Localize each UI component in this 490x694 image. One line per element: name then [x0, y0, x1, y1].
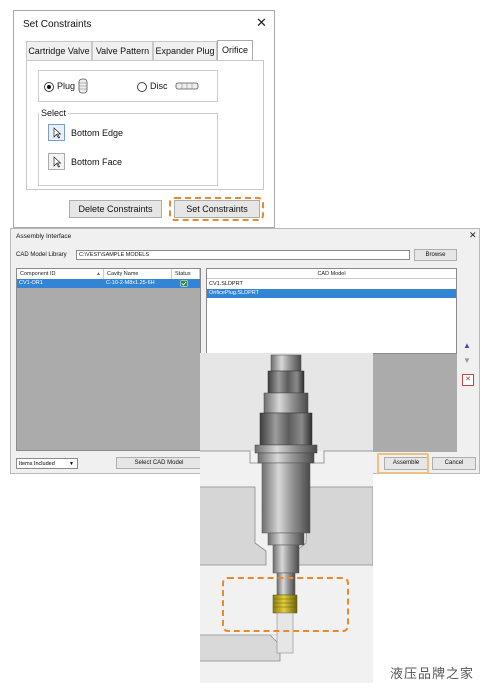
tab-orifice[interactable]: Orifice	[217, 40, 253, 60]
cad-model-list[interactable]: CAD Model CV1.SLDPRT OrificePlug.SLDPRT	[206, 268, 457, 354]
close-icon[interactable]: ✕	[256, 15, 267, 31]
table-row[interactable]: CV1-OR1 C-10-2-M8x1.25-6H	[17, 279, 200, 288]
filter-value: Items Included	[19, 461, 55, 467]
cad-render-view	[200, 353, 373, 683]
list-item-selected[interactable]: OrificePlug.SLDPRT	[207, 289, 456, 298]
status-check-icon	[180, 280, 188, 287]
plug-label: Plug	[57, 81, 76, 91]
tab-cartridge-valve[interactable]: Cartridge Valve	[26, 41, 92, 60]
dialog-title: Assembly Interface	[16, 233, 72, 240]
highlight-assemble	[377, 453, 429, 474]
list-item[interactable]: CV1.SLDPRT	[207, 280, 456, 289]
bottom-edge-button[interactable]	[48, 124, 65, 141]
disc-label: Disc	[150, 81, 168, 91]
plug-radio[interactable]	[44, 82, 54, 92]
library-label: CAD Model Library	[16, 252, 67, 258]
filter-dropdown[interactable]: Items Included ▼	[16, 458, 78, 469]
highlight-orifice-plug	[222, 577, 349, 632]
close-icon[interactable]: ✕	[469, 230, 477, 241]
col-component-id[interactable]: Component ID	[17, 269, 104, 279]
delete-constraints-button[interactable]: Delete Constraints	[69, 200, 162, 218]
select-group-label: Select	[39, 108, 69, 118]
disc-icon	[175, 82, 199, 90]
delete-icon[interactable]: ✕	[462, 374, 474, 386]
cursor-icon	[53, 127, 62, 139]
select-group: Bottom Edge Bottom Face	[38, 113, 218, 186]
bottom-face-label: Bottom Face	[71, 157, 123, 167]
col-status[interactable]: Status	[172, 269, 200, 279]
chevron-down-icon: ▼	[69, 461, 74, 467]
set-constraints-dialog: Set Constraints ✕ Cartridge Valve Valve …	[13, 10, 275, 228]
type-group: Plug Disc	[38, 70, 218, 102]
library-path-field[interactable]: C:\VEST\SAMPLE MODELS	[76, 250, 410, 260]
bottom-edge-label: Bottom Edge	[71, 128, 124, 138]
col-cavity-name[interactable]: Cavity Name	[104, 269, 172, 279]
cavity-name-cell: C-10-2-M8x1.25-6H	[106, 280, 155, 286]
orifice-plug-render	[200, 353, 373, 683]
browse-button[interactable]: Browse	[414, 249, 457, 261]
orifice-panel: Plug Disc Select Bottom Edge Bottom Face	[26, 60, 264, 190]
tab-expander-plug[interactable]: Expander Plug	[153, 41, 217, 60]
tab-valve-pattern[interactable]: Valve Pattern	[92, 41, 153, 60]
cursor-icon	[53, 156, 62, 168]
dialog-title: Set Constraints	[23, 19, 92, 30]
bottom-face-button[interactable]	[48, 153, 65, 170]
disc-radio[interactable]	[137, 82, 147, 92]
move-down-icon[interactable]: ▼	[462, 356, 472, 366]
watermark: 液压品牌之家	[390, 666, 475, 681]
cad-model-header: CAD Model	[207, 269, 456, 279]
select-cad-model-button[interactable]: Select CAD Model	[116, 457, 202, 469]
highlight-set-constraints	[169, 197, 264, 221]
plug-icon	[78, 78, 88, 94]
move-up-icon[interactable]: ▲	[462, 341, 472, 351]
component-table[interactable]: Component ID ▲ Cavity Name Status CV1-OR…	[16, 268, 201, 451]
cancel-button[interactable]: Cancel	[432, 457, 476, 470]
component-id-cell: CV1-OR1	[19, 280, 43, 286]
sort-arrow-icon: ▲	[96, 271, 101, 277]
